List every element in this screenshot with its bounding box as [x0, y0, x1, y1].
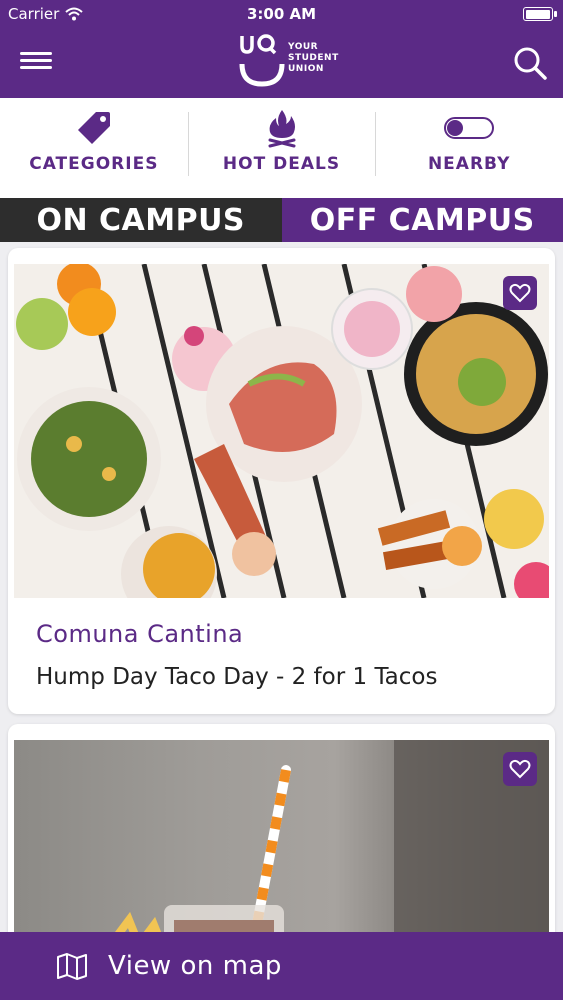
- view-on-map-label: View on map: [108, 951, 282, 981]
- top-bar: Carrier 3:00 AM YOUR STUDENT UNION: [0, 0, 563, 98]
- toggle-knob: [447, 120, 464, 136]
- search-button[interactable]: [511, 44, 551, 84]
- menu-button[interactable]: [18, 48, 54, 78]
- search-icon: [514, 47, 547, 80]
- filter-nearby[interactable]: NEARBY: [375, 98, 563, 198]
- battery-level: [525, 9, 550, 19]
- filter-categories-label: CATEGORIES: [29, 154, 159, 174]
- tag-icon: [77, 112, 110, 144]
- filter-hot-deals-label: HOT DEALS: [222, 154, 341, 174]
- logo-mark-icon: [239, 34, 285, 87]
- view-on-map-button[interactable]: View on map: [0, 932, 563, 1000]
- hamburger-icon-line: [20, 66, 52, 69]
- deal-title: Hump Day Taco Day - 2 for 1 Tacos: [36, 664, 438, 690]
- tab-off-campus[interactable]: OFF CAMPUS: [281, 198, 563, 242]
- filter-hot-deals[interactable]: HOT DEALS: [187, 98, 376, 198]
- logo-text: YOUR STUDENT UNION: [288, 42, 339, 75]
- hamburger-icon-line: [20, 52, 52, 55]
- logo-line-3: UNION: [288, 64, 324, 74]
- food-spread-photo: [14, 264, 549, 598]
- tab-on-campus[interactable]: ON CAMPUS: [0, 198, 282, 242]
- food-spread-illustration: [14, 264, 549, 598]
- heart-icon: [509, 759, 531, 779]
- status-bar: Carrier 3:00 AM: [0, 0, 563, 30]
- toggle-icon[interactable]: [444, 117, 495, 139]
- app-logo: YOUR STUDENT UNION: [236, 30, 346, 90]
- favorite-button[interactable]: [503, 276, 537, 310]
- filter-nearby-label: NEARBY: [427, 154, 511, 174]
- status-time: 3:00 AM: [246, 5, 317, 23]
- filter-categories[interactable]: CATEGORIES: [0, 98, 188, 198]
- campus-tabs: ON CAMPUS OFF CAMPUS: [0, 198, 563, 242]
- logo-line-2: STUDENT: [288, 53, 339, 63]
- hamburger-icon-line: [20, 59, 52, 62]
- flame-icon: [268, 110, 295, 148]
- map-icon: [57, 953, 87, 980]
- venue-name: Comuna Cantina: [36, 620, 244, 648]
- deal-card[interactable]: Comuna Cantina Hump Day Taco Day - 2 for…: [8, 248, 555, 714]
- battery-icon: [523, 7, 557, 21]
- filter-bar: CATEGORIES HOT DEALS NEARBY: [0, 98, 563, 198]
- heart-icon: [509, 283, 531, 303]
- logo-line-1: YOUR: [288, 42, 319, 52]
- favorite-button[interactable]: [503, 752, 537, 786]
